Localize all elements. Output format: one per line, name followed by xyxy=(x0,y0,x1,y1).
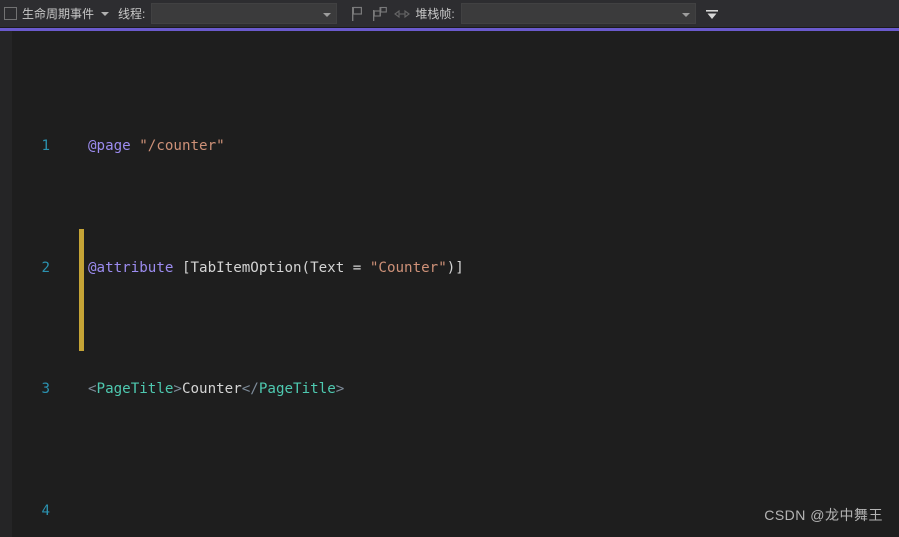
link-icon[interactable] xyxy=(393,6,411,22)
string-literal: "Counter" xyxy=(369,259,447,276)
toolbar-overflow-icon[interactable] xyxy=(705,6,719,22)
angle-bracket: > xyxy=(335,381,345,398)
chevron-down-icon[interactable] xyxy=(323,13,332,17)
tag-text: Counter xyxy=(181,381,242,398)
code-line[interactable]: 2 @attribute [TabItemOption(Text = "Coun… xyxy=(0,256,899,280)
attribute-tail: )] xyxy=(446,259,464,276)
attribute-expression: [TabItemOption(Text = xyxy=(173,259,370,276)
tag-name: PageTitle xyxy=(258,381,336,398)
fold-gutter xyxy=(58,377,80,401)
fold-gutter xyxy=(58,256,80,280)
code-editor[interactable]: 1 @page "/counter" 2 @attribute [TabItem… xyxy=(0,28,899,537)
code-line[interactable]: 1 @page "/counter" xyxy=(0,134,899,158)
razor-directive: @page xyxy=(88,138,131,155)
app-icon xyxy=(4,7,17,20)
angle-bracket: </ xyxy=(241,381,259,398)
line-number: 3 xyxy=(41,381,50,398)
tag-name: PageTitle xyxy=(96,381,174,398)
flag-stack-icon[interactable] xyxy=(371,6,389,22)
line-number: 1 xyxy=(41,138,50,155)
chevron-down-icon[interactable] xyxy=(101,11,110,16)
line-content[interactable]: @attribute [TabItemOption(Text = "Counte… xyxy=(80,256,899,280)
razor-directive: @attribute xyxy=(88,259,174,276)
code-line[interactable]: 3 <PageTitle>Counter</PageTitle> xyxy=(0,377,899,401)
csdn-watermark: CSDN @龙中舞王 xyxy=(764,507,883,523)
code-lines[interactable]: 1 @page "/counter" 2 @attribute [TabItem… xyxy=(0,37,899,537)
chevron-down-icon[interactable] xyxy=(681,13,690,17)
line-number: 4 xyxy=(41,502,50,519)
angle-bracket: > xyxy=(173,381,182,398)
angle-bracket: < xyxy=(88,381,97,398)
line-number: 2 xyxy=(41,259,50,276)
string-literal: "/counter" xyxy=(130,138,225,155)
flag-icon[interactable] xyxy=(349,6,367,22)
thread-combobox[interactable] xyxy=(151,3,338,24)
line-content[interactable]: @page "/counter" xyxy=(80,134,899,158)
stack-frame-label: 堆栈帧: xyxy=(415,6,455,21)
lifecycle-events-label[interactable]: 生命周期事件 xyxy=(20,0,96,28)
debug-toolbar: 生命周期事件 线程: 堆栈帧: xyxy=(0,0,899,28)
line-content[interactable]: <PageTitle>Counter</PageTitle> xyxy=(80,377,899,401)
fold-gutter xyxy=(58,134,80,158)
stack-frame-combobox[interactable] xyxy=(460,3,696,24)
thread-label: 线程: xyxy=(118,6,146,21)
fold-gutter xyxy=(58,499,80,523)
